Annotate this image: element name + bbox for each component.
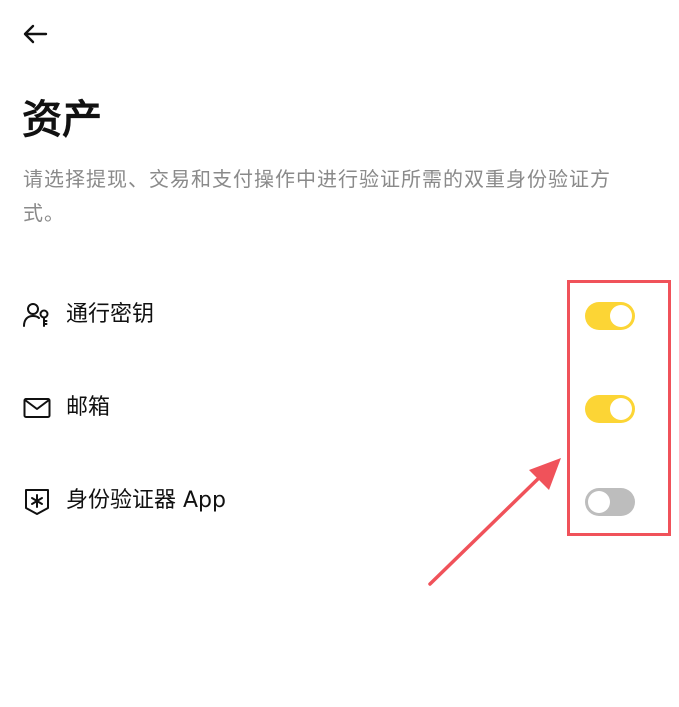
toggle-knob	[610, 305, 632, 327]
option-row-email: 邮箱	[22, 386, 662, 430]
toggle-knob	[610, 398, 632, 420]
passkey-user-icon	[22, 300, 52, 330]
page-title: 资产	[22, 97, 102, 143]
back-button[interactable]	[22, 20, 62, 52]
option-row-authenticator: 身份验证器 App	[22, 479, 662, 523]
authenticator-shield-icon	[22, 486, 52, 516]
arrow-left-icon	[22, 24, 48, 48]
option-row-passkey: 通行密钥	[22, 293, 662, 337]
toggle-knob	[588, 491, 610, 513]
option-label-passkey: 通行密钥	[66, 302, 155, 327]
option-label-email: 邮箱	[66, 395, 111, 420]
mail-icon	[22, 393, 52, 423]
page-description: 请选择提现、交易和支付操作中进行验证所需的双重身份验证方式。	[23, 167, 611, 225]
email-toggle[interactable]	[585, 395, 635, 423]
passkey-toggle[interactable]	[585, 302, 635, 330]
option-label-authenticator: 身份验证器 App	[66, 488, 226, 513]
authenticator-toggle[interactable]	[585, 488, 635, 516]
